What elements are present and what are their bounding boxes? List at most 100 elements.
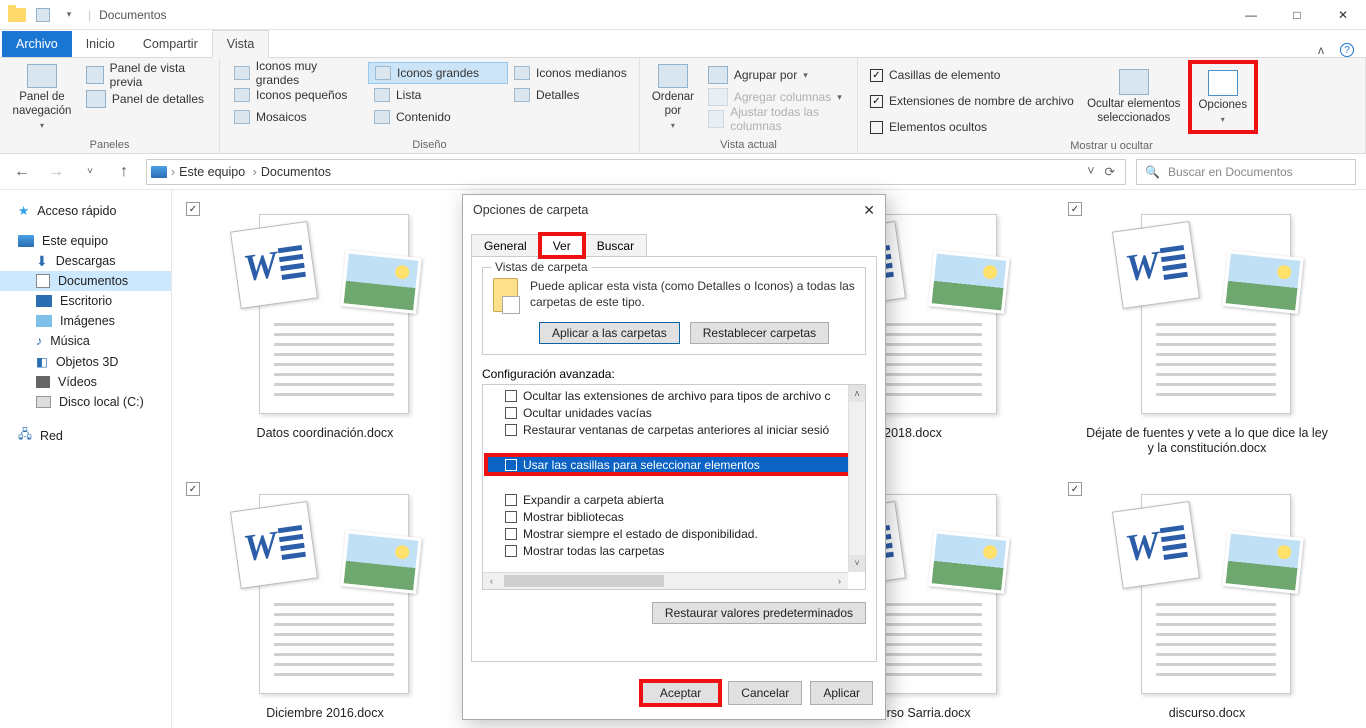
adv-option[interactable]: Restaurar ventanas de carpetas anteriore… (487, 421, 861, 438)
sort-by-button[interactable]: Ordenar por ▾ (648, 62, 698, 132)
address-dropdown-icon[interactable]: ˅ (1087, 164, 1094, 179)
adv-option[interactable]: Mostrar siempre el estado de disponibili… (487, 525, 861, 542)
layout-xl-icons[interactable]: Iconos muy grandes (228, 62, 368, 84)
file-ext-toggle[interactable]: Extensiones de nombre de archivo (866, 90, 1078, 112)
nav-downloads[interactable]: ⬇Descargas (0, 251, 171, 271)
tab-file[interactable]: Archivo (2, 31, 72, 57)
adv-option[interactable]: Ocultar las extensiones de archivo para … (487, 387, 861, 404)
file-item[interactable]: W Datos coordinación.docx (178, 198, 472, 478)
adv-option[interactable]: Expandir a carpeta abierta (487, 491, 861, 508)
horizontal-scrollbar[interactable]: ‹› (483, 572, 848, 589)
disk-icon (36, 396, 51, 408)
ribbon-collapse-icon[interactable]: ʌ (1318, 43, 1324, 57)
nav-this-pc[interactable]: Este equipo (0, 231, 171, 251)
checkbox-icon (870, 69, 883, 82)
options-button[interactable]: Opciones ▾ (1190, 62, 1256, 132)
item-checkbox[interactable] (1068, 482, 1082, 496)
adv-option[interactable]: Mostrar todas las carpetas (487, 542, 861, 559)
nav-pane-button[interactable]: Panel de navegación ▾ (8, 62, 76, 132)
layout-sm-icons[interactable]: Iconos pequeños (228, 84, 368, 106)
file-name: discurso.docx (1159, 700, 1255, 721)
nav-videos[interactable]: Vídeos (0, 372, 171, 392)
hide-selected-button[interactable]: Ocultar elementos seleccionados (1084, 62, 1184, 132)
close-button[interactable]: ✕ (1320, 0, 1366, 30)
layout-content[interactable]: Contenido (368, 106, 508, 128)
crumb-root[interactable]: Este equipo (179, 165, 257, 179)
folder-options-icon (493, 278, 518, 312)
nav-network[interactable]: 🖧Red (0, 422, 171, 449)
nav-3d-objects[interactable]: ◧Objetos 3D (0, 351, 171, 372)
nav-music[interactable]: ♪Música (0, 331, 171, 351)
layout-md-icons[interactable]: Iconos medianos (508, 62, 648, 84)
tab-inicio[interactable]: Inicio (72, 31, 129, 57)
dialog-tab-general[interactable]: General (471, 234, 540, 257)
apply-to-folders-button[interactable]: Aplicar a las carpetas (539, 322, 680, 344)
tab-compartir[interactable]: Compartir (129, 31, 212, 57)
cancel-button[interactable]: Cancelar (728, 681, 802, 705)
network-icon: 🖧 (18, 425, 32, 446)
item-checkbox[interactable] (186, 202, 200, 216)
qat-dropdown-icon[interactable]: ▾ (58, 4, 80, 26)
folder-views-desc: Puede aplicar esta vista (como Detalles … (530, 278, 855, 310)
tab-vista[interactable]: Vista (212, 30, 270, 58)
file-item[interactable]: W discurso.docx (1060, 478, 1354, 728)
restore-defaults-button[interactable]: Restaurar valores predeterminados (652, 602, 866, 624)
address-bar[interactable]: › Este equipo Documentos ˅ ⟳ (146, 159, 1126, 185)
details-pane-button[interactable]: Panel de detalles (82, 88, 211, 110)
dialog-tab-buscar[interactable]: Buscar (584, 234, 647, 257)
nav-desktop[interactable]: Escritorio (0, 291, 171, 311)
download-icon: ⬇ (36, 254, 48, 268)
crumb-folder[interactable]: Documentos (261, 165, 331, 179)
add-columns-icon (708, 88, 728, 106)
qat-properties-icon[interactable] (32, 4, 54, 26)
recent-dropdown[interactable]: ˅ (78, 160, 102, 184)
search-icon: 🔍 (1145, 165, 1160, 179)
ok-button[interactable]: Aceptar (641, 681, 720, 705)
item-checkbox[interactable] (1068, 202, 1082, 216)
size-columns-button[interactable]: Ajustar todas las columnas (704, 108, 849, 130)
forward-button[interactable]: → (44, 160, 68, 184)
back-button[interactable]: ← (10, 160, 34, 184)
star-icon: ★ (18, 203, 29, 218)
apply-button[interactable]: Aplicar (810, 681, 873, 705)
preview-pane-button[interactable]: Panel de vista previa (82, 64, 211, 86)
file-item[interactable]: W Diciembre 2016.docx (178, 478, 472, 728)
file-item[interactable]: W Déjate de fuentes y vete a lo que dice… (1060, 198, 1354, 478)
dialog-close-button[interactable]: ✕ (863, 202, 875, 219)
group-mostrar-label: Mostrar u ocultar (866, 138, 1357, 152)
group-vistaactual-label: Vista actual (648, 137, 849, 151)
hidden-items-toggle[interactable]: Elementos ocultos (866, 116, 1078, 138)
adv-option-use-checkboxes[interactable]: Usar las casillas para seleccionar eleme… (487, 456, 861, 473)
nav-local-disk[interactable]: Disco local (C:) (0, 392, 171, 412)
nav-documents[interactable]: Documentos (0, 271, 171, 291)
help-icon[interactable]: ? (1340, 43, 1354, 57)
item-checkboxes-toggle[interactable]: Casillas de elemento (866, 64, 1078, 86)
layout-details[interactable]: Detalles (508, 84, 648, 106)
adv-option[interactable]: Ocultar unidades vacías (487, 404, 861, 421)
advanced-settings-list[interactable]: Ocultar las extensiones de archivo para … (482, 384, 866, 590)
layout-list[interactable]: Lista (368, 84, 508, 106)
vertical-scrollbar[interactable]: ʌ˅ (848, 385, 865, 572)
adv-option[interactable]: Mostrar bibliotecas (487, 508, 861, 525)
dialog-tab-ver[interactable]: Ver (540, 234, 584, 257)
layout-lg-icons[interactable]: Iconos grandes (368, 62, 508, 84)
nav-pictures[interactable]: Imágenes (0, 311, 171, 331)
maximize-button[interactable]: □ (1274, 0, 1320, 30)
reset-folders-button[interactable]: Restablecer carpetas (690, 322, 829, 344)
search-input[interactable]: 🔍 Buscar en Documentos (1136, 159, 1356, 185)
minimize-button[interactable]: — (1228, 0, 1274, 30)
group-by-button[interactable]: Agrupar por (704, 64, 849, 86)
layout-tiles[interactable]: Mosaicos (228, 106, 368, 128)
refresh-icon[interactable]: ⟳ (1105, 164, 1115, 179)
xl-icons-icon (234, 66, 250, 80)
checkbox-icon (870, 121, 883, 134)
up-button[interactable]: ↑ (112, 160, 136, 184)
nav-row: ← → ˅ ↑ › Este equipo Documentos ˅ ⟳ 🔍 B… (0, 154, 1366, 190)
nav-quick-access[interactable]: ★Acceso rápido (0, 200, 171, 221)
details-pane-icon (86, 90, 106, 108)
checkbox-icon (505, 424, 517, 436)
desktop-icon (36, 295, 52, 307)
item-checkbox[interactable] (186, 482, 200, 496)
window-title: Documentos (99, 8, 166, 22)
doc-icon (36, 274, 50, 288)
